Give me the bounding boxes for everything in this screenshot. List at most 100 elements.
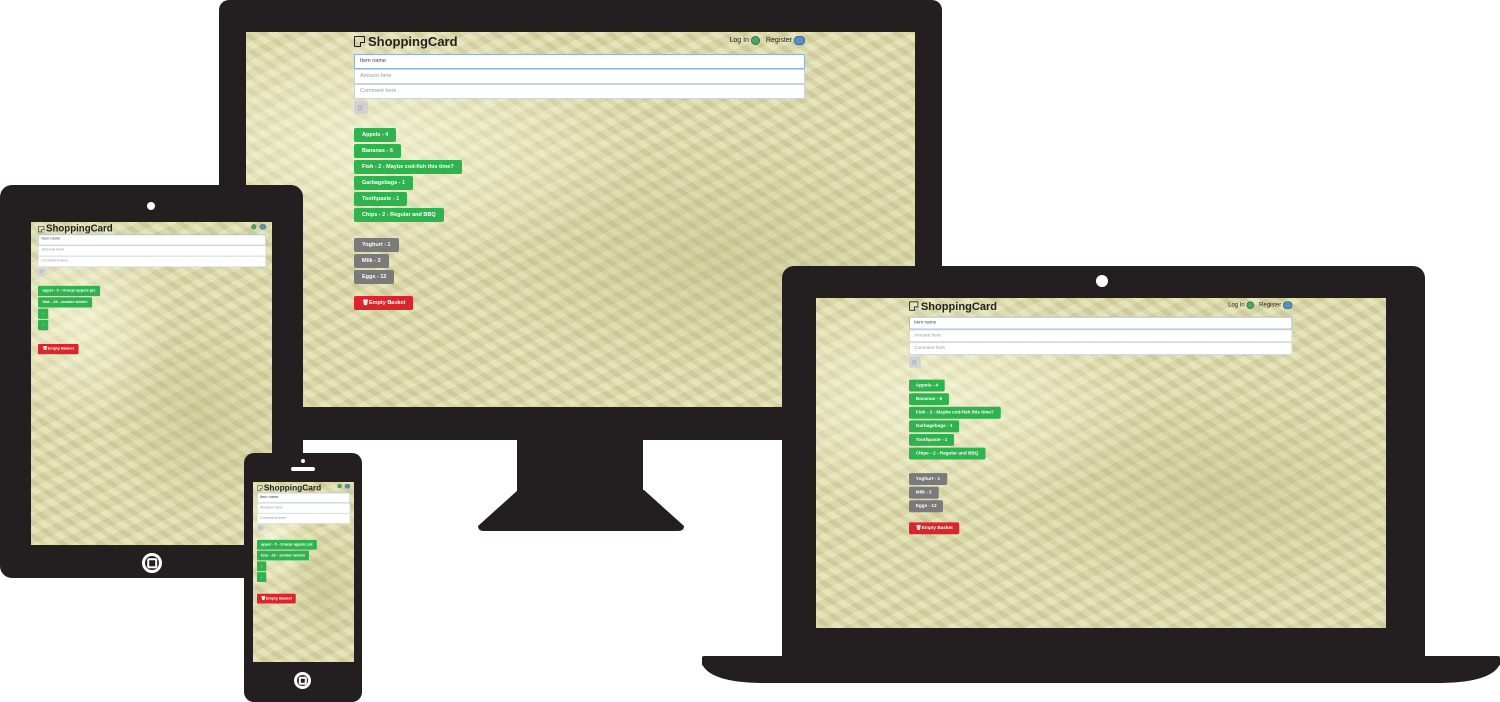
note-icon [354, 36, 365, 47]
phone-home-button[interactable] [294, 672, 311, 689]
nav-links [251, 224, 266, 230]
phone-app: ShoppingCard Item name Amount here Comme… [257, 482, 351, 605]
brand[interactable]: ShoppingCard [38, 223, 113, 234]
list-item[interactable]: Bananas - 6 [354, 144, 401, 158]
add-to-cart-button[interactable]: 🛒 [38, 268, 46, 276]
empty-basket-label: Empty Basket [47, 346, 75, 351]
amount-input[interactable]: Amount here [257, 503, 351, 514]
note-icon [257, 485, 263, 491]
list-item[interactable]: Garbagebags - 1 [909, 420, 960, 433]
phone-speaker [291, 467, 315, 471]
brand-title: ShoppingCard [368, 34, 458, 49]
add-to-cart-button[interactable]: 🛒 [909, 356, 921, 368]
login-label: Log In [729, 37, 749, 44]
cart-icon: 🛒 [357, 105, 365, 111]
empty-basket-label: Empty Basket [921, 525, 953, 531]
list-item[interactable]: feta - 23 - zonder wielen [38, 297, 93, 308]
nav-links [337, 483, 351, 489]
list-item[interactable]: Garbagebags - 1 [354, 176, 414, 190]
users-icon[interactable] [344, 483, 351, 489]
phone-camera [301, 459, 305, 463]
comment-input[interactable]: Comment here [257, 513, 351, 524]
empty-basket-button[interactable]: 🗑 Empty Basket [354, 296, 414, 310]
monitor-neck [517, 440, 643, 492]
register-link[interactable]: Register [1259, 301, 1293, 310]
cart-icon: 🛒 [911, 360, 919, 366]
amount-input[interactable]: Amount here [909, 329, 1293, 343]
login-link[interactable]: Log In [1228, 301, 1255, 310]
done-list: Yoghurt - 1 Milk - 2 Eggs - 12 [354, 238, 805, 284]
user-icon[interactable] [337, 483, 342, 489]
list-item[interactable]: Yoghurt - 1 [909, 473, 947, 485]
note-icon [38, 225, 45, 232]
laptop: ShoppingCard Log In Register Item name A… [782, 266, 1425, 661]
navbar: ShoppingCard [257, 482, 351, 493]
users-icon[interactable] [259, 224, 266, 230]
laptop-app: ShoppingCard Log In Register Item name A… [909, 298, 1293, 536]
login-label: Log In [1228, 302, 1245, 309]
item-name-input[interactable]: Item name [257, 492, 351, 504]
brand[interactable]: ShoppingCard [909, 300, 997, 312]
users-icon [794, 36, 805, 45]
comment-input[interactable]: Comment here [38, 256, 266, 268]
list-item[interactable]: Milk - 2 [354, 254, 389, 268]
login-link[interactable]: Log In [729, 36, 760, 45]
nav-links: Log In Register [729, 36, 805, 45]
list-item[interactable]: - [257, 561, 267, 572]
tablet-camera [147, 202, 155, 210]
desktop-app: ShoppingCard Log In Register Item name A… [354, 32, 805, 312]
empty-basket-label: Empty Basket [265, 596, 292, 601]
empty-basket-button[interactable]: 🗑 Empty Basket [38, 343, 79, 355]
empty-basket-button[interactable]: 🗑 Empty Basket [257, 593, 296, 604]
item-name-input[interactable]: Item name [909, 316, 1293, 330]
list-item[interactable]: Chips - 2 - Regular and BBQ [354, 208, 444, 222]
user-icon [1246, 301, 1255, 310]
list-item[interactable]: Appels - 4 [909, 379, 945, 392]
brand[interactable]: ShoppingCard [257, 483, 321, 493]
brand-title: ShoppingCard [263, 482, 322, 493]
navbar: ShoppingCard Log In Register [909, 298, 1293, 317]
users-icon [1283, 301, 1293, 310]
list-item[interactable]: Toothpaste - 1 [909, 434, 955, 446]
list-item[interactable]: Eggs - 12 [909, 500, 944, 513]
list-item[interactable]: Toothpaste - 1 [354, 192, 408, 206]
tablet-home-button[interactable] [142, 553, 162, 573]
brand[interactable]: ShoppingCard [354, 34, 458, 49]
phone: ShoppingCard Item name Amount here Comme… [244, 453, 362, 702]
list-item[interactable]: Yoghurt - 1 [354, 238, 399, 252]
list-item[interactable]: Fish - 2 - Maybe cod-fish this time? [909, 406, 1001, 419]
list-item[interactable]: Appels - 4 [354, 128, 397, 142]
empty-basket-button[interactable]: 🗑 Empty Basket [909, 522, 960, 535]
comment-input[interactable]: Comment here [354, 84, 805, 99]
list-item[interactable]: - [257, 572, 267, 582]
list-item[interactable]: appel - 5 - Oranje appels plz [38, 285, 100, 297]
list-item[interactable]: - [38, 308, 49, 319]
item-name-input[interactable]: Item name [354, 54, 805, 69]
item-name-input[interactable]: Item name [38, 234, 266, 246]
register-label: Register [1259, 302, 1282, 309]
amount-input[interactable]: Amount here [354, 69, 805, 84]
list-item[interactable]: Fish - 2 - Maybe cod-fish this time? [354, 160, 462, 174]
pending-list: appel - 5 - Oranje appels plz feta - 23 … [257, 539, 350, 582]
tablet-screen: ShoppingCard Item name Amount here Comme… [31, 222, 272, 545]
pending-list: appel - 5 - Oranje appels plz feta - 23 … [38, 285, 266, 331]
list-item[interactable]: - [38, 320, 49, 331]
list-item[interactable]: Eggs - 12 [354, 270, 395, 284]
list-item[interactable]: feta - 23 - zonder wielen [257, 550, 310, 561]
register-label: Register [765, 37, 792, 44]
done-list: Yoghurt - 1 Milk - 2 Eggs - 12 [909, 473, 1292, 513]
list-item[interactable]: Chips - 2 - Regular and BBQ [909, 447, 986, 460]
navbar: ShoppingCard Log In Register [354, 32, 805, 54]
list-item[interactable]: Milk - 2 [909, 486, 939, 499]
comment-input[interactable]: Comment here [909, 342, 1293, 355]
register-link[interactable]: Register [766, 36, 805, 45]
amount-input[interactable]: Amount here [38, 245, 266, 257]
brand-title: ShoppingCard [45, 223, 113, 234]
add-to-cart-button[interactable]: 🛒 [354, 101, 368, 114]
list-item[interactable]: Bananas - 6 [909, 393, 949, 406]
cart-icon: 🛒 [258, 526, 263, 530]
navbar: ShoppingCard [38, 222, 266, 235]
user-icon[interactable] [251, 224, 257, 230]
add-to-cart-button[interactable]: 🛒 [257, 524, 264, 531]
list-item[interactable]: appel - 5 - Oranje appels plz [257, 539, 317, 550]
